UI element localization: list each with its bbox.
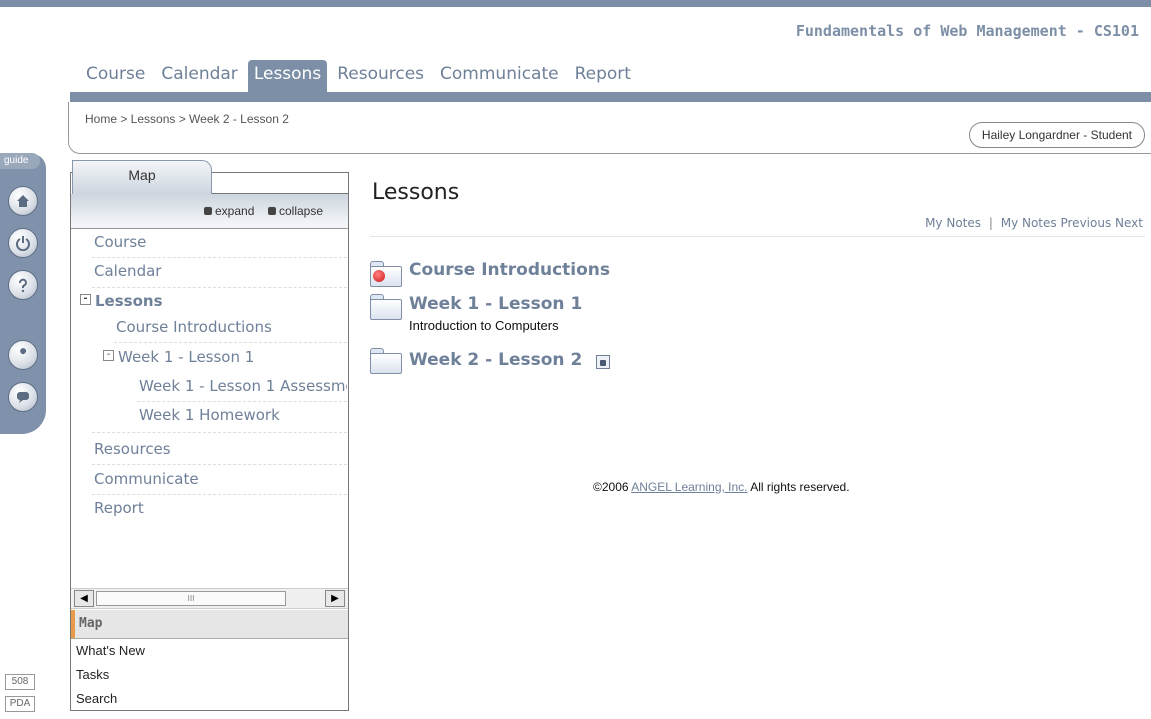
lessons-collapse-toggle[interactable]: - — [80, 294, 91, 305]
tree-divider — [92, 287, 347, 288]
lesson-subtitle-week1: Introduction to Computers — [409, 318, 559, 333]
tab-course[interactable]: Course — [80, 60, 151, 92]
tree-item-communicate[interactable]: Communicate — [94, 470, 199, 488]
tab-calendar[interactable]: Calendar — [155, 60, 243, 92]
pda-button[interactable]: PDA — [5, 696, 35, 712]
tab-communicate[interactable]: Communicate — [434, 60, 565, 92]
tree-item-week1-assessment[interactable]: Week 1 - Lesson 1 Assessment — [139, 377, 347, 395]
folder-pinned-icon[interactable] — [370, 261, 402, 287]
lesson-link-week2[interactable]: Week 2 - Lesson 2 — [409, 350, 582, 370]
tree-item-lessons-label: Lessons — [95, 292, 163, 310]
bottom-nav-search[interactable]: Search — [76, 691, 117, 706]
power-icon[interactable] — [8, 228, 38, 258]
main-nav: Course Calendar Lessons Resources Commun… — [80, 60, 641, 92]
expand-label: expand — [215, 204, 255, 218]
my-notes-link-2[interactable]: My Notes — [1001, 216, 1057, 230]
pin-icon — [373, 270, 385, 282]
help-icon[interactable] — [8, 270, 38, 300]
help-icon-glyph — [19, 278, 27, 293]
lock-icon — [596, 355, 610, 369]
home-icon-glyph — [17, 195, 29, 207]
collapse-label: collapse — [279, 204, 324, 218]
tab-resources[interactable]: Resources — [331, 60, 430, 92]
footer: ©2006 ANGEL Learning, Inc. All rights re… — [593, 480, 850, 494]
content-toolbar: My Notes | My Notes Previous Next — [925, 216, 1143, 230]
folder-icon[interactable] — [370, 294, 402, 320]
nav-bar — [70, 92, 1151, 102]
tree-item-resources[interactable]: Resources — [94, 440, 171, 458]
bottom-nav-divider — [71, 638, 348, 639]
bottom-nav-tasks[interactable]: Tasks — [76, 667, 109, 682]
folder-icon[interactable] — [370, 348, 402, 374]
tree-item-week1[interactable]: - Week 1 - Lesson 1 — [103, 348, 254, 366]
next-link[interactable]: Next — [1115, 216, 1143, 230]
scrollbar-thumb[interactable]: III — [96, 591, 286, 606]
previous-link[interactable]: Previous — [1060, 216, 1111, 230]
scroll-right-arrow-icon[interactable]: ▶ — [325, 590, 345, 607]
map-tab[interactable]: Map — [72, 160, 212, 194]
guide-tab[interactable]: guide — [0, 153, 40, 169]
header-top-strip — [0, 0, 1151, 7]
tree-divider — [92, 257, 347, 258]
scroll-left-arrow-icon[interactable]: ◀ — [74, 590, 94, 607]
tab-report[interactable]: Report — [569, 60, 637, 92]
collapse-icon — [268, 206, 276, 215]
tree-divider — [114, 342, 347, 343]
tree-item-report[interactable]: Report — [94, 499, 144, 517]
toolbar-separator: | — [988, 216, 993, 230]
chat-icon[interactable] — [8, 382, 38, 412]
footer-suffix: All rights reserved. — [747, 480, 850, 494]
expand-button[interactable]: expand — [204, 204, 254, 218]
bottom-nav-whats-new[interactable]: What's New — [76, 643, 145, 658]
tree-item-course[interactable]: Course — [94, 233, 146, 251]
course-title: Fundamentals of Web Management - CS101 — [795, 22, 1139, 40]
collapse-button[interactable]: collapse — [268, 204, 323, 218]
tree-item-week1-label: Week 1 - Lesson 1 — [118, 348, 255, 366]
lesson-link-course-introductions[interactable]: Course Introductions — [409, 260, 610, 280]
power-icon-glyph — [16, 236, 30, 251]
map-header-divider — [71, 228, 348, 229]
tree-item-week1-homework[interactable]: Week 1 Homework — [139, 406, 280, 424]
expand-icon — [204, 206, 212, 215]
tree-item-calendar[interactable]: Calendar — [94, 262, 161, 280]
home-icon[interactable] — [8, 186, 38, 216]
tree-item-lessons[interactable]: - Lessons — [80, 292, 163, 310]
tree-divider — [92, 432, 347, 433]
tab-lessons[interactable]: Lessons — [247, 60, 328, 92]
tree-divider — [92, 494, 347, 495]
wrench-icon-glyph — [18, 348, 27, 360]
map-tab-line — [212, 193, 348, 194]
content-divider — [370, 236, 1145, 237]
my-notes-link[interactable]: My Notes — [925, 216, 981, 230]
tree-item-course-introductions[interactable]: Course Introductions — [116, 318, 272, 336]
bottom-nav-map[interactable]: Map — [71, 610, 348, 638]
footer-prefix: ©2006 — [593, 480, 632, 494]
chat-icon-glyph — [17, 392, 29, 403]
page-title: Lessons — [372, 180, 460, 205]
week1-collapse-toggle[interactable]: - — [103, 350, 114, 361]
user-badge[interactable]: Hailey Longardner - Student — [968, 122, 1145, 148]
tree-divider — [92, 464, 347, 465]
accessibility-508-button[interactable]: 508 — [5, 674, 35, 690]
wrench-icon[interactable] — [8, 340, 38, 370]
lesson-link-week1[interactable]: Week 1 - Lesson 1 — [409, 294, 582, 314]
tree-divider — [137, 401, 347, 402]
breadcrumb: Home > Lessons > Week 2 - Lesson 2 — [85, 112, 289, 126]
footer-company-link[interactable]: ANGEL Learning, Inc. — [631, 480, 747, 494]
